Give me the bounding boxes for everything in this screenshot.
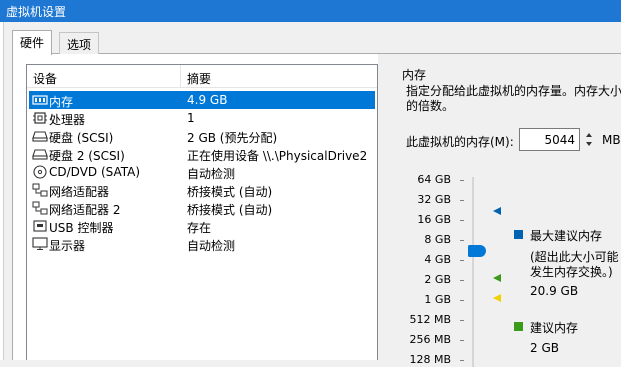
scale-label: 1 GB [424, 293, 451, 306]
device-row-network-adapter[interactable]: 网络适配器 桥接模式 (自动) [29, 181, 375, 199]
network-icon [32, 183, 48, 197]
title-bar: 虚拟机设置 [0, 0, 621, 22]
scale-label: 64 GB [417, 173, 451, 186]
device-row-processor[interactable]: 处理器 1 [29, 109, 375, 127]
guest-os-minimum-marker-icon [493, 294, 501, 302]
max-recommended-value: 20.9 GB [530, 284, 579, 298]
device-list[interactable]: 设备 摘要 内存 4.9 GB 处理器 1 硬盘 (SCSI) 2 GB (预先… [26, 64, 378, 360]
device-name: 网络适配器 2 [49, 203, 121, 217]
device-summary: 正在使用设备 \\.\PhysicalDrive2 [187, 149, 368, 163]
scale-label: 16 GB [417, 213, 451, 226]
device-summary: 自动检测 [187, 167, 236, 181]
memory-unit-label: MB [602, 133, 621, 147]
device-row-network-adapter-2[interactable]: 网络适配器 2 桥接模式 (自动) [29, 199, 375, 217]
tab-hardware[interactable]: 硬件 [12, 30, 53, 55]
column-header-summary[interactable]: 摘要 [187, 70, 211, 87]
device-name: 显示器 [49, 239, 86, 253]
max-recommended-marker-icon [493, 207, 501, 215]
device-name: 处理器 [49, 113, 86, 127]
recommended-marker-icon [493, 274, 501, 282]
device-summary: 桥接模式 (自动) [187, 203, 273, 217]
device-summary: 2 GB (预先分配) [187, 131, 278, 145]
disk-icon [32, 131, 48, 142]
memory-settings-panel: 内存 指定分配给此虚拟机的内存量。内存大小 的倍数。 此虚拟机的内存(M): 5… [378, 54, 621, 367]
scale-tick [460, 200, 464, 201]
tab-options[interactable]: 选项 [59, 32, 100, 54]
scale-label: 8 GB [424, 233, 451, 246]
cpu-icon [33, 112, 47, 124]
recommended-label: 建议内存 [530, 321, 579, 335]
max-recommended-label: 最大建议内存 [530, 229, 603, 243]
memory-size-input[interactable]: 5044 [519, 128, 580, 151]
network-icon [32, 201, 48, 215]
device-row-hard-disk-2[interactable]: 硬盘 2 (SCSI) 正在使用设备 \\.\PhysicalDrive2 [29, 145, 375, 163]
scale-tick [460, 360, 464, 361]
max-recommended-legend-swatch [514, 230, 523, 239]
scale-tick [460, 300, 464, 301]
device-list-header: 设备 摘要 [27, 65, 377, 88]
memory-spinner[interactable] [583, 128, 595, 151]
device-row-usb-controller[interactable]: USB 控制器 存在 [29, 217, 375, 235]
usb-icon [33, 220, 47, 232]
device-row-display[interactable]: 显示器 自动检测 [29, 235, 375, 253]
memory-description: 指定分配给此虚拟机的内存量。内存大小 的倍数。 [406, 84, 621, 114]
spinner-arrows-icon[interactable] [583, 128, 595, 151]
memory-description-line-2: 的倍数。 [406, 99, 455, 113]
max-recommended-note-line-2: 发生内存交换。) [530, 265, 613, 279]
device-row-cd-dvd[interactable]: CD/DVD (SATA) 自动检测 [29, 163, 375, 181]
memory-icon [32, 95, 48, 105]
scale-label: 32 GB [417, 193, 451, 206]
disk-icon [32, 149, 48, 160]
scale-tick [460, 320, 464, 321]
device-summary: 桥接模式 (自动) [187, 185, 273, 199]
scale-tick [460, 340, 464, 341]
memory-slider-thumb[interactable] [468, 245, 486, 257]
device-name: 硬盘 2 (SCSI) [49, 149, 125, 163]
device-summary: 4.9 GB [187, 93, 228, 107]
recommended-value: 2 GB [530, 341, 559, 355]
scale-label: 2 GB [424, 273, 451, 286]
device-row-memory[interactable]: 内存 4.9 GB [29, 91, 375, 109]
cd-icon [33, 165, 47, 179]
scale-tick [460, 220, 464, 221]
scale-tick [460, 260, 464, 261]
scale-label: 4 GB [424, 253, 451, 266]
device-name: 硬盘 (SCSI) [49, 131, 114, 145]
device-row-hard-disk[interactable]: 硬盘 (SCSI) 2 GB (预先分配) [29, 127, 375, 145]
window-title: 虚拟机设置 [6, 5, 67, 19]
scale-tick [460, 240, 464, 241]
device-name: 网络适配器 [49, 185, 110, 199]
device-summary: 1 [187, 111, 195, 125]
memory-slider-track[interactable] [472, 177, 474, 367]
recommended-legend-swatch [514, 322, 523, 331]
scale-label: 256 MB [409, 333, 451, 346]
device-summary: 存在 [187, 221, 212, 235]
window-edge [0, 22, 4, 360]
scale-tick [460, 180, 464, 181]
scale-label: 512 MB [409, 313, 451, 326]
column-divider[interactable] [180, 65, 181, 87]
device-name: USB 控制器 [49, 221, 114, 235]
column-header-device[interactable]: 设备 [33, 70, 57, 87]
monitor-icon [32, 237, 48, 250]
device-summary: 自动检测 [187, 239, 236, 253]
device-name: 内存 [49, 95, 74, 109]
memory-section-title: 内存 [402, 68, 427, 82]
memory-description-line-1: 指定分配给此虚拟机的内存量。内存大小 [406, 84, 621, 98]
scale-tick [460, 280, 464, 281]
device-name: CD/DVD (SATA) [49, 165, 141, 179]
memory-field-label: 此虚拟机的内存(M): [406, 135, 514, 149]
